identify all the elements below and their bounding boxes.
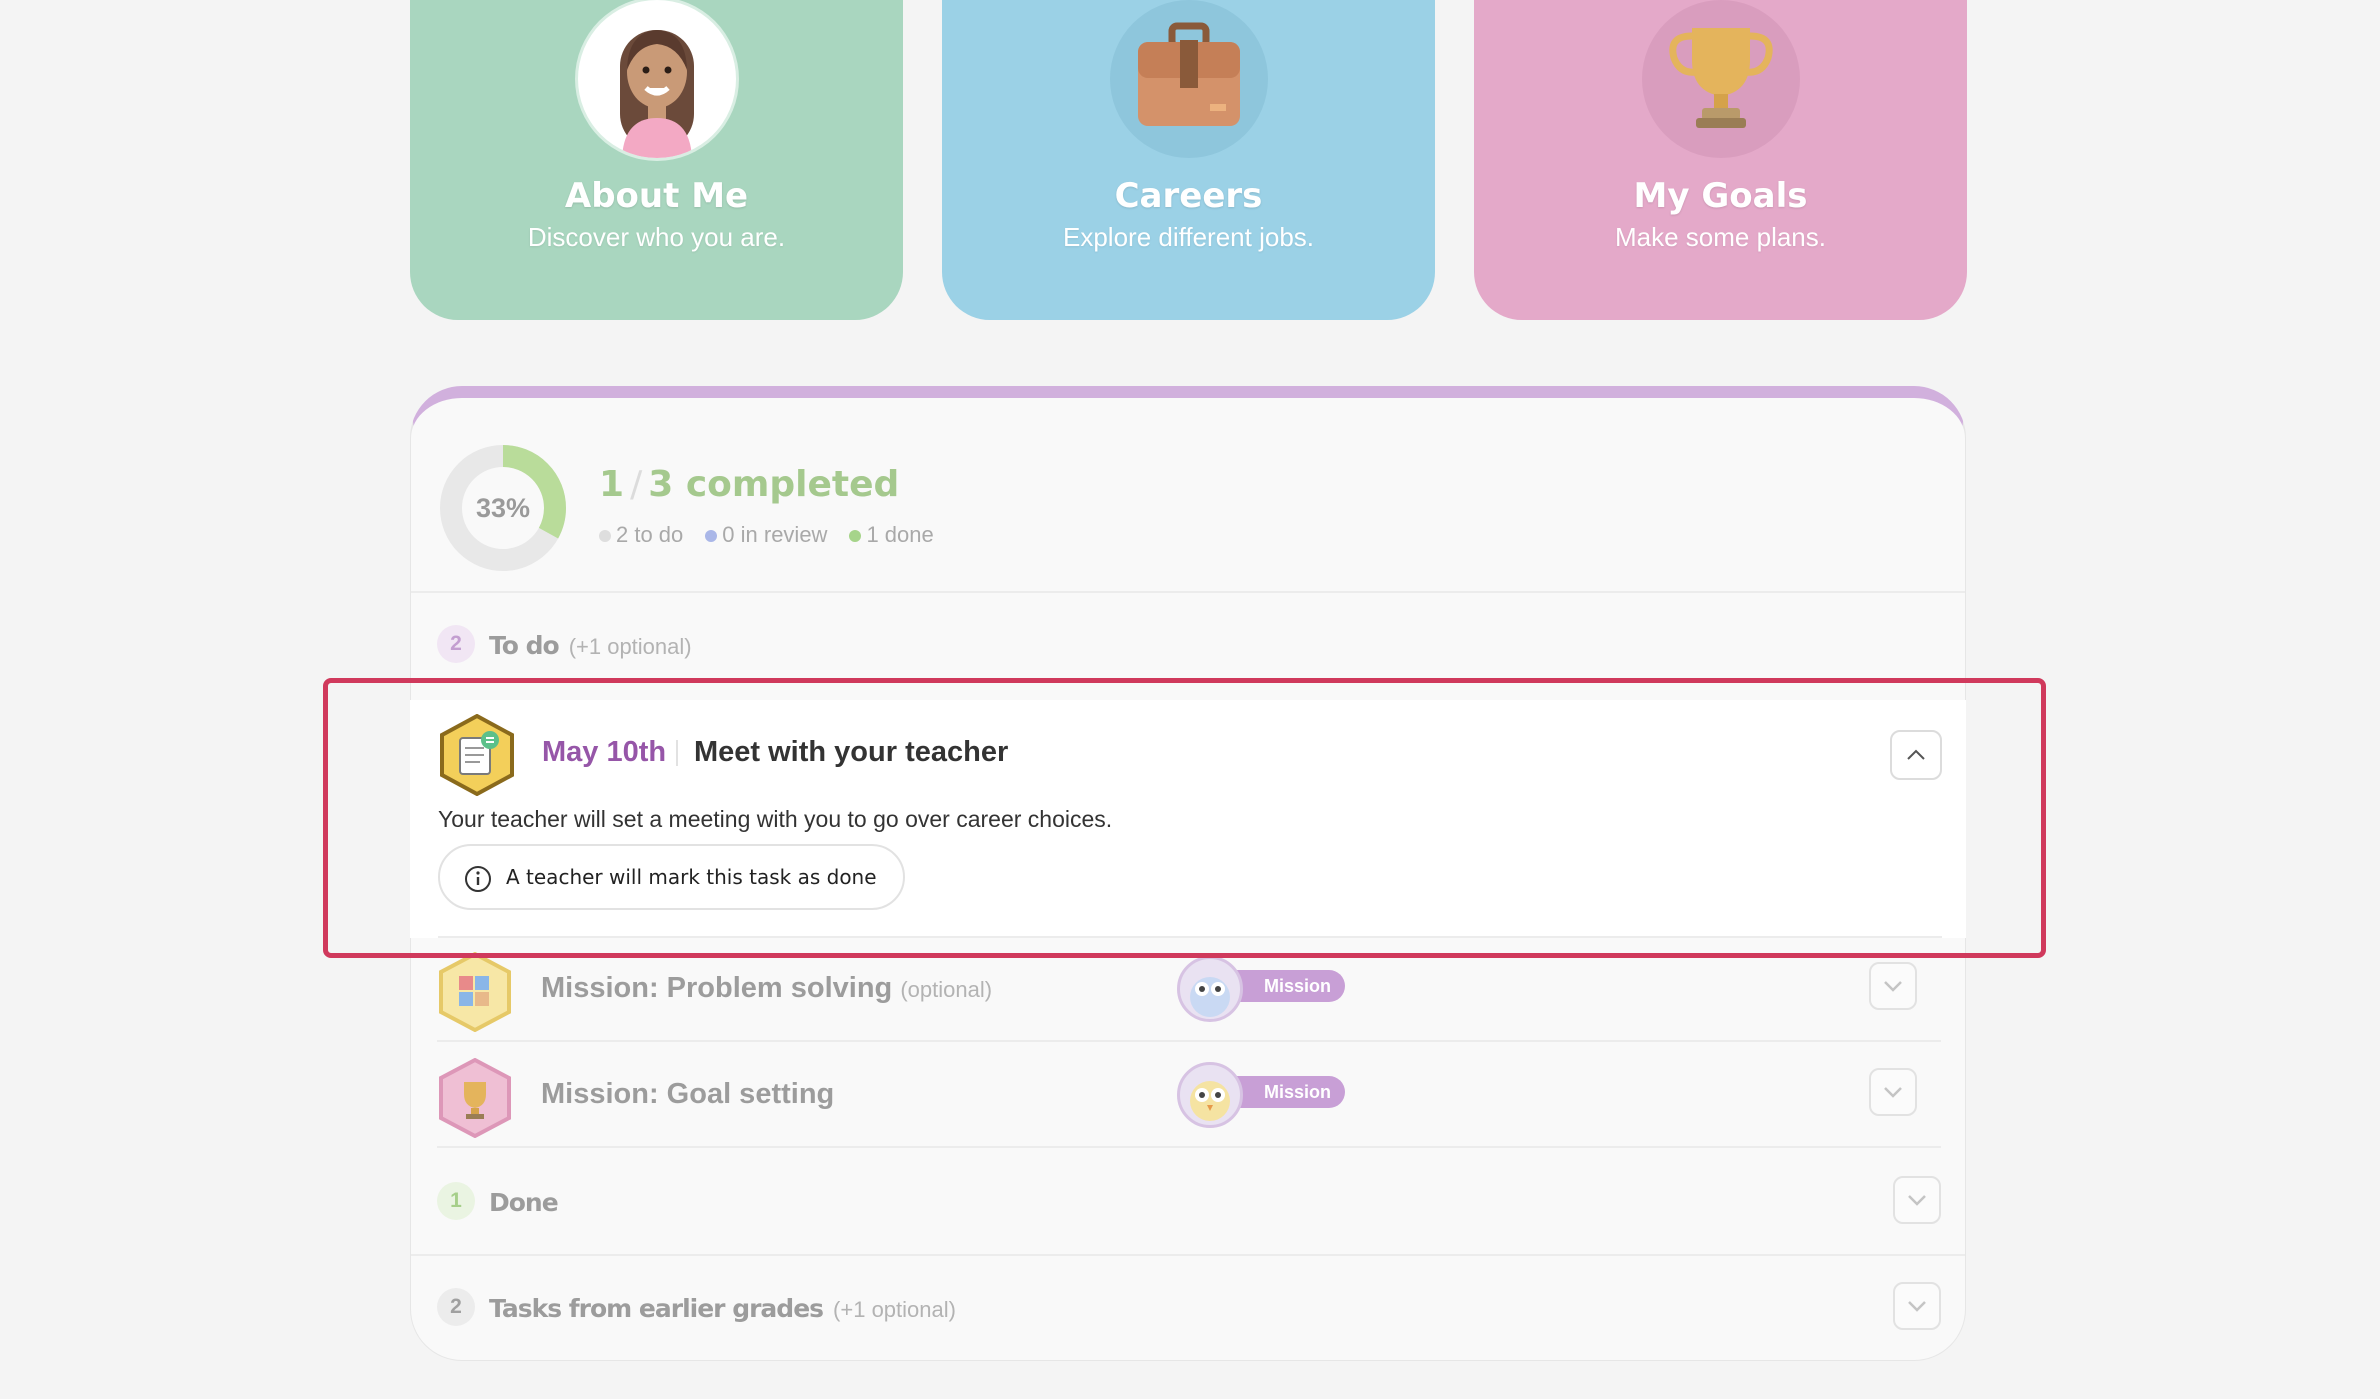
careers-card[interactable]: Careers Explore different jobs. — [942, 0, 1435, 320]
task-description: Your teacher will set a meeting with you… — [438, 806, 1113, 832]
task-date: May 10th — [542, 736, 667, 768]
chevron-down-icon — [1908, 1195, 1926, 1206]
todo-badge: 2 — [437, 625, 475, 663]
task-title-text: Mission: Goal setting — [541, 1078, 835, 1110]
card-subtitle: Explore different jobs. — [1063, 222, 1314, 252]
optional-label: (optional) — [900, 977, 993, 1002]
section-earlier-note: (+1 optional) — [833, 1297, 956, 1322]
trophy-icon — [1641, 0, 1800, 158]
chevron-down-icon — [1908, 1301, 1926, 1312]
puzzle-icon — [439, 952, 511, 1032]
section-todo-note: (+1 optional) — [568, 634, 692, 659]
about-me-card[interactable]: About Me Discover who you are. — [410, 0, 903, 320]
done-label: 1 done — [866, 522, 934, 547]
notepad-icon — [440, 714, 514, 796]
title-separator — [676, 740, 678, 766]
card-title: My Goals — [1633, 176, 1808, 216]
task-title: Mission: Goal setting — [541, 1078, 834, 1111]
section-earlier-grades[interactable]: 2 Tasks from earlier grades (+1 optional) — [411, 1254, 1965, 1360]
total-count: 3 — [648, 464, 674, 505]
expand-chevron-button[interactable] — [1869, 1068, 1917, 1116]
card-subtitle: Make some plans. — [1615, 222, 1826, 252]
chevron-down-icon — [1884, 1087, 1902, 1098]
completed-word: completed — [685, 464, 900, 505]
divider — [438, 936, 1942, 938]
collapse-chevron-button[interactable] — [1890, 730, 1942, 780]
task-row-goal-setting[interactable]: Mission: Goal setting Mission — [437, 1040, 1941, 1148]
my-goals-card[interactable]: My Goals Make some plans. — [1474, 0, 1967, 320]
done-dot-icon — [849, 530, 862, 543]
card-subtitle: Discover who you are. — [527, 222, 786, 252]
section-done-title: Done — [489, 1188, 559, 1217]
todo-count: 2 to do — [599, 522, 683, 548]
chick-icon — [1177, 1062, 1243, 1128]
task-row-meet-teacher[interactable]: May 10th Meet with your teacher Your tea… — [410, 700, 1966, 938]
earlier-badge: 2 — [437, 1288, 475, 1326]
progress-percent: 33% — [475, 493, 531, 523]
todo-label: 2 to do — [616, 522, 684, 547]
review-dot-icon — [705, 530, 718, 543]
card-title: Careers — [1114, 176, 1263, 216]
mission-tag: Mission — [1177, 1062, 1347, 1128]
teacher-mark-info: A teacher will mark this task as done — [438, 844, 905, 910]
todo-dot-icon — [599, 530, 611, 543]
owl-icon — [1177, 956, 1243, 1022]
avatar-girl-icon — [577, 0, 736, 158]
chevron-up-icon — [1907, 749, 1925, 760]
expand-chevron-button[interactable] — [1893, 1176, 1941, 1224]
info-icon — [465, 866, 491, 892]
review-label: 0 in review — [722, 522, 828, 547]
card-title: About Me — [564, 176, 749, 216]
task-row-problem-solving[interactable]: Mission: Problem solving (optional) Miss… — [437, 934, 1941, 1042]
section-earlier-label: Tasks from earlier grades — [489, 1294, 824, 1323]
done-count: 1 — [599, 464, 625, 505]
status-counts: 2 to do 0 in review 1 done — [599, 522, 934, 548]
info-text: A teacher will mark this task as done — [506, 865, 877, 889]
review-count: 0 in review — [705, 522, 827, 548]
section-done[interactable]: 1 Done — [411, 1148, 1965, 1256]
expand-chevron-button[interactable] — [1893, 1282, 1941, 1330]
task-title-text: Mission: Problem solving — [541, 972, 893, 1004]
section-todo-title: To do (+1 optional) — [489, 631, 692, 660]
briefcase-icon — [1109, 0, 1268, 158]
progress-summary: 33% 1/3 completed 2 to do 0 in review 1 … — [411, 398, 1965, 593]
trophy-badge-icon — [439, 1058, 511, 1138]
section-todo-label: To do — [489, 631, 560, 660]
section-todo[interactable]: 2 To do (+1 optional) — [411, 591, 1965, 709]
completed-count: 1/3 completed — [599, 464, 899, 505]
section-earlier-title: Tasks from earlier grades (+1 optional) — [489, 1294, 956, 1323]
task-title: Meet with your teacher — [694, 736, 1009, 768]
done-badge: 1 — [437, 1182, 475, 1220]
mission-tag: Mission — [1177, 956, 1347, 1022]
done-count-status: 1 done — [849, 522, 934, 548]
expand-chevron-button[interactable] — [1869, 962, 1917, 1010]
task-title: Mission: Problem solving (optional) — [541, 972, 992, 1005]
slash-separator: / — [630, 464, 643, 505]
chevron-down-icon — [1884, 981, 1902, 992]
